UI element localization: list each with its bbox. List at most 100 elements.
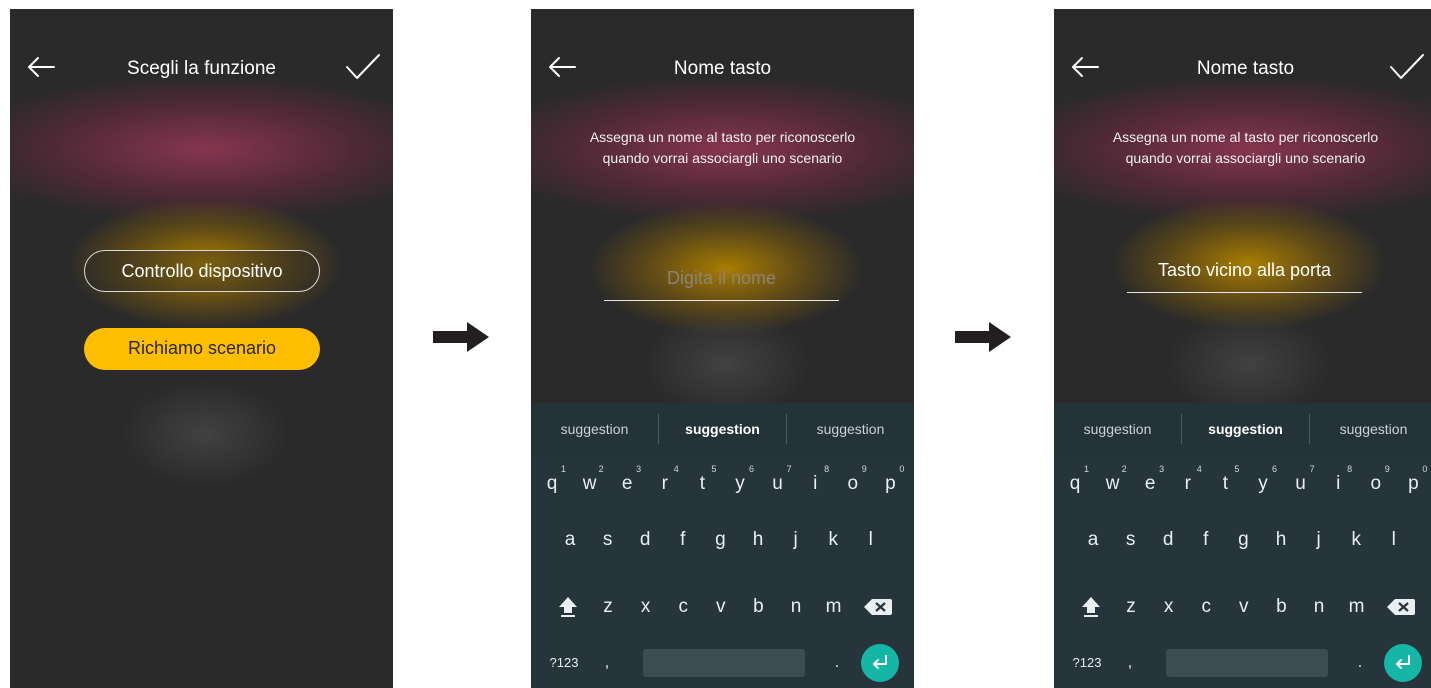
- key-a[interactable]: a: [553, 517, 587, 563]
- key-p[interactable]: p0: [873, 461, 907, 507]
- back-arrow-icon[interactable]: [26, 55, 56, 79]
- key-g[interactable]: g: [1226, 517, 1260, 563]
- key-h[interactable]: h: [741, 517, 775, 563]
- key-f[interactable]: f: [1189, 517, 1223, 563]
- key-y[interactable]: y6: [1246, 461, 1280, 507]
- key-g[interactable]: g: [703, 517, 737, 563]
- key-d[interactable]: d: [1151, 517, 1185, 563]
- enter-key[interactable]: [1384, 644, 1422, 682]
- key-label: y: [735, 473, 745, 494]
- key-n[interactable]: n: [1302, 584, 1336, 630]
- suggestion-item[interactable]: suggestion: [1310, 421, 1431, 437]
- key-z[interactable]: z: [591, 584, 625, 630]
- key-label: p: [885, 473, 896, 494]
- symbols-key[interactable]: ?123: [1062, 649, 1112, 677]
- header: Nome tasto: [1054, 47, 1431, 89]
- button-name-input[interactable]: [604, 257, 839, 301]
- key-j[interactable]: j: [779, 517, 813, 563]
- checkmark-icon[interactable]: [345, 53, 381, 81]
- key-b[interactable]: b: [1264, 584, 1298, 630]
- suggestion-item[interactable]: suggestion: [1182, 421, 1309, 437]
- key-r[interactable]: r4: [648, 461, 682, 507]
- scenario-recall-button[interactable]: Richiamo scenario: [84, 328, 320, 370]
- key-d[interactable]: d: [628, 517, 662, 563]
- comma-key[interactable]: ,: [1120, 649, 1140, 677]
- key-r[interactable]: r4: [1171, 461, 1205, 507]
- key-v[interactable]: v: [1227, 584, 1261, 630]
- header: Scegli la funzione: [10, 47, 393, 89]
- period-key[interactable]: .: [1350, 649, 1370, 677]
- key-q[interactable]: q1: [535, 461, 569, 507]
- shift-icon[interactable]: [551, 590, 585, 624]
- space-bar[interactable]: [643, 649, 805, 677]
- device-control-button[interactable]: Controllo dispositivo: [84, 250, 320, 292]
- description-line: quando vorrai associargli uno scenario: [1125, 150, 1366, 166]
- period-key[interactable]: .: [827, 649, 847, 677]
- suggestion-item[interactable]: suggestion: [531, 421, 658, 437]
- backspace-icon[interactable]: [861, 590, 895, 624]
- key-x[interactable]: x: [1152, 584, 1186, 630]
- key-e[interactable]: e3: [1133, 461, 1167, 507]
- shift-icon[interactable]: [1074, 590, 1108, 624]
- key-l[interactable]: l: [854, 517, 888, 563]
- key-n[interactable]: n: [779, 584, 813, 630]
- key-o[interactable]: o9: [1359, 461, 1393, 507]
- key-z[interactable]: z: [1114, 584, 1148, 630]
- back-arrow-icon[interactable]: [547, 55, 577, 79]
- key-hint-number: 7: [786, 464, 792, 474]
- key-f[interactable]: f: [666, 517, 700, 563]
- key-c[interactable]: c: [666, 584, 700, 630]
- suggestion-item[interactable]: suggestion: [787, 421, 914, 437]
- key-v[interactable]: v: [704, 584, 738, 630]
- right-arrow-icon: [433, 322, 489, 352]
- backspace-icon[interactable]: [1384, 590, 1418, 624]
- suggestion-item[interactable]: suggestion: [659, 421, 786, 437]
- key-b[interactable]: b: [741, 584, 775, 630]
- key-w[interactable]: w2: [1096, 461, 1130, 507]
- checkmark-icon[interactable]: [1389, 53, 1425, 81]
- key-i[interactable]: i8: [1321, 461, 1355, 507]
- description-line: Assegna un nome al tasto per riconoscerl…: [589, 129, 856, 145]
- description-line: quando vorrai associargli uno scenario: [602, 150, 843, 166]
- key-y[interactable]: y6: [723, 461, 757, 507]
- key-u[interactable]: u7: [1284, 461, 1318, 507]
- key-u[interactable]: u7: [761, 461, 795, 507]
- description: Assegna un nome al tasto per riconoscerl…: [531, 127, 914, 169]
- button-name-input[interactable]: [1127, 249, 1362, 293]
- key-q[interactable]: q1: [1058, 461, 1092, 507]
- key-s[interactable]: s: [1114, 517, 1148, 563]
- header: Nome tasto: [531, 47, 914, 89]
- keyboard-row: zxcvbnm: [1054, 584, 1431, 630]
- key-t[interactable]: t5: [685, 461, 719, 507]
- suggestion-item[interactable]: suggestion: [1054, 421, 1181, 437]
- key-h[interactable]: h: [1264, 517, 1298, 563]
- key-s[interactable]: s: [591, 517, 625, 563]
- key-p[interactable]: p0: [1396, 461, 1430, 507]
- key-hint-number: 6: [1271, 464, 1277, 474]
- symbols-key[interactable]: ?123: [539, 649, 589, 677]
- comma-key[interactable]: ,: [597, 649, 617, 677]
- enter-key[interactable]: [861, 644, 899, 682]
- key-k[interactable]: k: [1339, 517, 1373, 563]
- key-j[interactable]: j: [1302, 517, 1336, 563]
- key-label: t: [1222, 473, 1229, 494]
- enter-icon: [1396, 655, 1410, 669]
- key-t[interactable]: t5: [1208, 461, 1242, 507]
- key-i[interactable]: i8: [798, 461, 832, 507]
- key-x[interactable]: x: [629, 584, 663, 630]
- key-w[interactable]: w2: [573, 461, 607, 507]
- back-arrow-icon[interactable]: [1070, 55, 1100, 79]
- key-o[interactable]: o9: [836, 461, 870, 507]
- page-title: Nome tasto: [673, 58, 772, 79]
- space-bar[interactable]: [1166, 649, 1328, 677]
- key-k[interactable]: k: [816, 517, 850, 563]
- suggestion-bar: suggestion suggestion suggestion: [531, 403, 914, 455]
- key-e[interactable]: e3: [610, 461, 644, 507]
- key-l[interactable]: l: [1377, 517, 1411, 563]
- key-m[interactable]: m: [817, 584, 851, 630]
- key-m[interactable]: m: [1340, 584, 1374, 630]
- key-c[interactable]: c: [1189, 584, 1223, 630]
- key-a[interactable]: a: [1076, 517, 1110, 563]
- page-title: Nome tasto: [1196, 58, 1295, 79]
- key-hint-number: 5: [711, 464, 717, 474]
